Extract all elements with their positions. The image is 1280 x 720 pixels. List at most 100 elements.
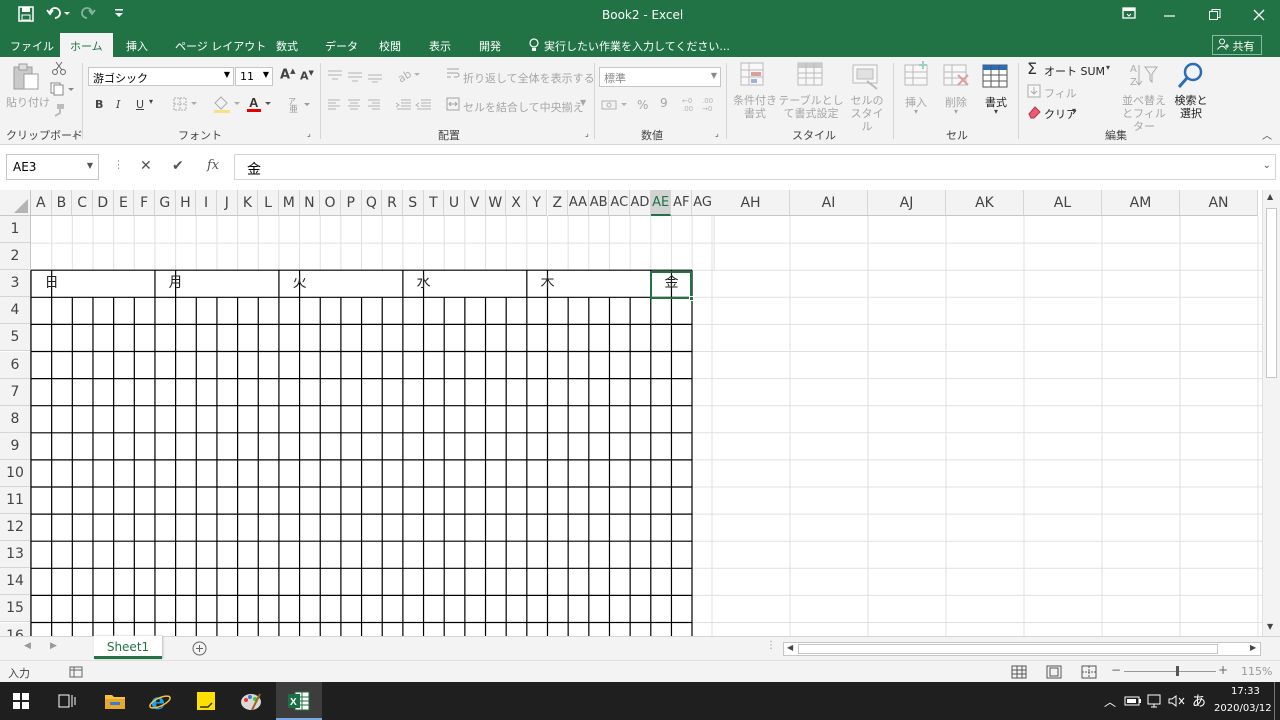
ime-indicator[interactable]: あ — [1192, 691, 1206, 711]
cell-m3[interactable]: 火 — [279, 270, 320, 297]
redo-icon[interactable] — [80, 5, 104, 24]
close-icon[interactable] — [1253, 9, 1265, 24]
paint-icon[interactable] — [236, 686, 266, 716]
font-color-icon[interactable]: A — [246, 95, 274, 116]
orientation-icon[interactable]: ab — [395, 67, 422, 86]
tab-file[interactable]: ファイル — [10, 38, 54, 54]
cell-a3[interactable]: 日 — [31, 270, 72, 297]
tab-home[interactable]: ホーム — [60, 33, 113, 57]
tab-review[interactable]: 校閲 — [379, 38, 401, 54]
cell-styles-icon[interactable] — [851, 61, 881, 94]
next-sheet-icon[interactable]: ▶ — [50, 641, 57, 651]
active-cell-cursor[interactable] — [650, 271, 694, 301]
fill-color-icon[interactable] — [212, 95, 242, 116]
indent-icon[interactable] — [395, 98, 435, 115]
percent-button[interactable]: % — [637, 98, 648, 112]
fill-icon[interactable] — [1027, 84, 1041, 101]
font-size-box[interactable]: 11 ▼ — [235, 67, 273, 86]
page-break-view-icon[interactable] — [1081, 665, 1097, 682]
insert-function-icon[interactable]: fx — [207, 158, 219, 173]
tab-insert[interactable]: 挿入 — [126, 38, 148, 54]
chevron-down-icon[interactable]: ▾ — [1106, 63, 1110, 72]
enter-entry-icon[interactable]: ✔ — [172, 158, 184, 174]
cell-y3[interactable]: 木 — [527, 270, 568, 297]
fill-button[interactable]: フィル — [1044, 85, 1077, 101]
file-explorer-icon[interactable] — [100, 686, 130, 716]
merge-dropdown-icon[interactable]: ▼ — [580, 98, 586, 107]
find-select-icon[interactable] — [1176, 61, 1206, 94]
vertical-scroll-thumb[interactable] — [1266, 208, 1277, 378]
conditional-format-button[interactable]: 条件付き書式 — [732, 94, 778, 120]
formula-input[interactable]: 金 ⌄ — [234, 154, 1276, 180]
phonetic-icon[interactable]: ア亜 — [286, 95, 314, 116]
tell-me-box[interactable]: 実行したい作業を入力してください... — [544, 38, 730, 54]
italic-button[interactable]: I — [116, 98, 120, 111]
autosum-button[interactable]: オート SUM — [1044, 63, 1105, 79]
ribbon-display-icon[interactable] — [1122, 6, 1136, 23]
tab-view[interactable]: 表示 — [429, 38, 451, 54]
border-icon[interactable] — [173, 97, 199, 114]
eraser-icon[interactable] — [1027, 105, 1041, 122]
worksheet-grid[interactable]: A B C D E F G H I J K L M N O P Q R S T U V W X Y Z AA AB AC AD AE AF AG… — [0, 190, 1262, 636]
top-align-icon[interactable] — [326, 69, 386, 86]
clock-date[interactable]: 2020/03/12 — [1214, 703, 1272, 714]
copy-icon[interactable] — [50, 82, 74, 99]
autosum-icon[interactable]: Σ — [1027, 59, 1037, 78]
expand-formula-icon[interactable]: ⌄ — [1263, 160, 1271, 171]
chevron-down-icon[interactable]: ▾ — [994, 107, 998, 116]
normal-view-icon[interactable] — [1011, 665, 1027, 682]
task-view-icon[interactable] — [52, 686, 82, 716]
format-as-table-button[interactable]: テーブルとして書式設定 — [778, 94, 844, 120]
cancel-entry-icon[interactable]: ✕ — [140, 158, 152, 174]
sticky-notes-icon[interactable] — [191, 686, 221, 716]
chevron-down-icon[interactable]: ▼ — [711, 71, 717, 80]
grow-font-icon[interactable]: A▲ — [280, 67, 295, 82]
chevron-down-icon[interactable]: ▾ — [914, 107, 918, 116]
scroll-up-icon[interactable]: ▲ — [1267, 192, 1273, 201]
macro-record-icon[interactable] — [69, 665, 83, 682]
undo-icon[interactable] — [46, 5, 70, 24]
tab-data[interactable]: データ — [325, 38, 358, 54]
bold-button[interactable]: B — [95, 98, 103, 111]
show-desktop-button[interactable] — [1274, 682, 1275, 720]
currency-icon[interactable] — [601, 98, 631, 115]
scroll-down-icon[interactable]: ▼ — [1267, 622, 1273, 631]
underline-button[interactable]: U — [136, 98, 144, 111]
zoom-in-icon[interactable]: + — [1218, 663, 1228, 677]
wrap-text-icon[interactable] — [446, 67, 460, 84]
excel-taskbar-button[interactable]: X — [276, 682, 322, 720]
chevron-down-icon[interactable]: ▾ — [954, 107, 958, 116]
font-name-box[interactable]: 游ゴシック ▼ — [88, 67, 234, 86]
cell-g3[interactable]: 月 — [155, 270, 196, 297]
paste-label[interactable]: 貼り付け — [6, 94, 50, 110]
tab-splitter-icon[interactable]: ⋮ — [766, 640, 776, 651]
zoom-slider-thumb[interactable] — [1176, 666, 1179, 676]
vertical-scrollbar[interactable]: ▲ ▼ — [1262, 190, 1280, 636]
zoom-out-icon[interactable]: − — [1111, 663, 1121, 677]
network-icon[interactable] — [1147, 694, 1163, 711]
alignment-launcher-icon[interactable]: ⌟ — [585, 129, 589, 138]
scroll-left-icon[interactable]: ◀ — [787, 643, 793, 652]
wrap-text-button[interactable]: 折り返して全体を表示する — [463, 70, 595, 86]
share-button[interactable]: 共有 — [1212, 35, 1262, 55]
sheet-tab-sheet1[interactable]: Sheet1 — [94, 636, 162, 659]
restore-icon[interactable] — [1209, 9, 1221, 24]
sort-filter-icon[interactable]: AZ — [1129, 61, 1159, 94]
merge-center-icon[interactable] — [446, 97, 460, 114]
decimal-icon[interactable]: ←0.00.00 →0 — [682, 95, 722, 116]
horizontal-scroll-thumb[interactable] — [798, 644, 1218, 654]
name-box[interactable]: AE3 ▼ — [6, 154, 99, 180]
clipboard-launcher-icon[interactable]: ⌟ — [72, 129, 76, 138]
cell-s3[interactable]: 水 — [403, 270, 444, 297]
tab-developer[interactable]: 開発 — [479, 38, 501, 54]
clock-time[interactable]: 17:33 — [1231, 686, 1260, 697]
save-icon[interactable] — [18, 6, 34, 25]
merge-center-button[interactable]: セルを結合して中央揃え — [463, 99, 584, 115]
insert-cells-icon[interactable] — [903, 61, 933, 94]
cell-styles-button[interactable]: セルのスタイル — [846, 94, 888, 133]
tab-page-layout[interactable]: ページ レイアウト — [175, 38, 266, 54]
cut-icon[interactable] — [52, 61, 66, 78]
chevron-down-icon[interactable]: ▼ — [263, 70, 269, 79]
format-as-table-icon[interactable] — [796, 61, 826, 94]
chevron-down-icon[interactable]: ▼ — [224, 70, 230, 79]
